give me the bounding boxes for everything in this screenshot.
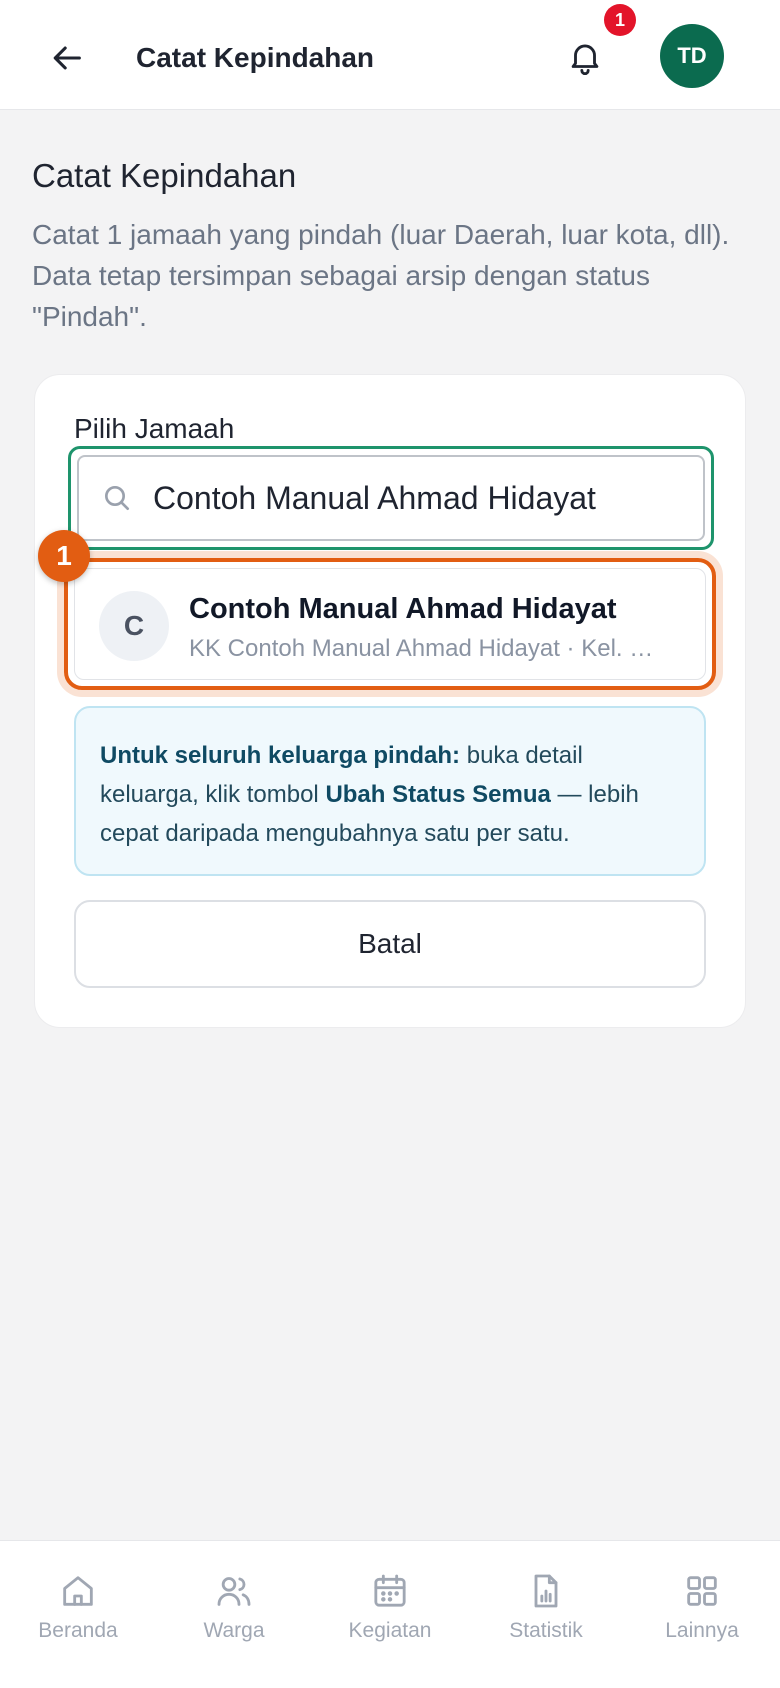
page-description: Catat 1 jamaah yang pindah (luar Daerah,…: [32, 219, 730, 332]
home-icon: [63, 1576, 93, 1606]
nav-label-warga: Warga: [203, 1619, 265, 1642]
result-name: Contoh Manual Ahmad Hidayat: [189, 593, 617, 625]
page-title: Catat Kepindahan: [32, 157, 297, 194]
search-icon: [105, 486, 129, 510]
info-bold-heading: Untuk seluruh keluarga pindah:: [100, 742, 461, 769]
nav-item-lainnya[interactable]: Lainnya: [637, 1571, 767, 1661]
info-tip-box: Untuk seluruh keluarga pindah: buka deta…: [74, 706, 706, 876]
user-avatar[interactable]: TD: [660, 24, 724, 88]
nav-label-beranda: Beranda: [38, 1619, 118, 1642]
calendar-icon: [374, 1574, 406, 1607]
notification-count-badge: 1: [604, 4, 636, 36]
search-field[interactable]: [77, 455, 705, 541]
app-screen: Catat Kepindahan 1 TD Catat Kepindahan C…: [0, 0, 780, 1688]
notifications-button[interactable]: [560, 32, 610, 82]
info-bold-action: Ubah Status Semua: [325, 781, 551, 808]
search-field-focus-ring: [68, 446, 714, 550]
result-subtitle: KK Contoh Manual Ahmad Hidayat · Kel. P.…: [189, 635, 659, 662]
header-title: Catat Kepindahan: [136, 42, 375, 73]
search-result-highlight: C Contoh Manual Ahmad Hidayat KK Contoh …: [64, 558, 716, 690]
users-icon: [217, 1577, 251, 1606]
nav-item-warga[interactable]: Warga: [169, 1571, 299, 1661]
app-header: Catat Kepindahan 1 TD: [0, 0, 780, 110]
search-input[interactable]: [153, 479, 673, 517]
nav-label-statistik: Statistik: [509, 1619, 583, 1642]
nav-item-kegiatan[interactable]: Kegiatan: [325, 1571, 455, 1661]
bell-icon: [571, 44, 599, 75]
grid-icon: [687, 1576, 717, 1606]
back-button[interactable]: [44, 34, 92, 82]
nav-item-beranda[interactable]: Beranda: [13, 1571, 143, 1661]
nav-label-lainnya: Lainnya: [665, 1619, 739, 1642]
step-number-badge: 1: [38, 530, 90, 582]
nav-label-kegiatan: Kegiatan: [348, 1619, 432, 1642]
arrow-left-icon: [53, 46, 81, 70]
result-avatar: C: [99, 591, 169, 661]
cancel-button[interactable]: Batal: [74, 900, 706, 988]
nav-item-statistik[interactable]: Statistik: [481, 1571, 611, 1661]
bottom-navigation: Beranda Warga Kegiatan Statistik Lainnya: [0, 1540, 780, 1688]
field-label-pilih-jamaah: Pilih Jamaah: [74, 413, 235, 444]
search-result-item[interactable]: C Contoh Manual Ahmad Hidayat KK Contoh …: [74, 568, 706, 680]
report-chart-icon: [534, 1574, 558, 1608]
